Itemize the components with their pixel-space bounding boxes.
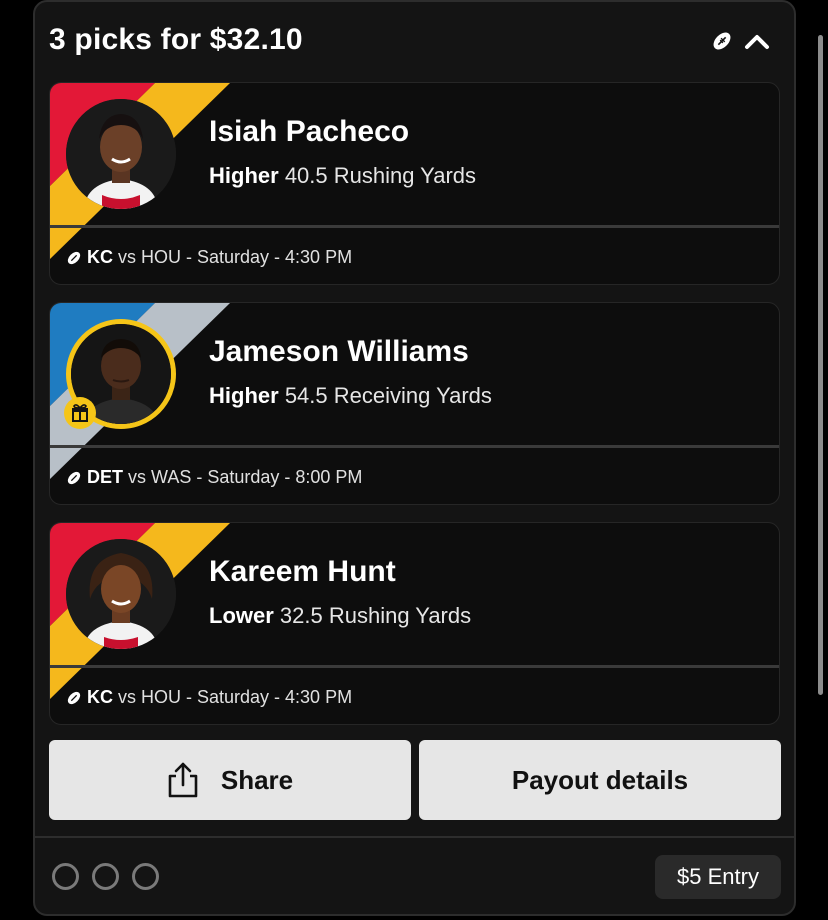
pick-projection: 32.5 Rushing Yards [279,603,472,628]
scrollbar[interactable] [818,35,823,695]
player-avatar [66,99,176,209]
football-icon [67,691,81,704]
status-dot [92,863,119,890]
pick-projection: 54.5 Receiving Yards [284,383,492,408]
divider [50,665,779,668]
share-button[interactable]: Share [49,740,411,820]
pick-card[interactable]: Isiah Pacheco Higher 40.5 Rushing Yards … [49,82,780,285]
pick-status-dots [52,863,172,890]
pick-card[interactable]: Kareem Hunt Lower 32.5 Rushing Yards KC … [49,522,780,725]
pick-line: Higher 40.5 Rushing Yards [209,163,476,189]
game-info: KC vs HOU - Saturday - 4:30 PM [66,687,352,708]
matchup: vs HOU - Saturday - 4:30 PM [118,247,353,267]
pick-line: Higher 54.5 Receiving Yards [209,383,492,409]
share-button-label: Share [220,764,294,795]
entry-title: 3 picks for $32.10 [49,23,303,56]
divider [50,445,779,448]
player-avatar [66,539,176,649]
pick-direction: Higher [209,163,279,188]
pick-direction: Lower [209,603,274,628]
game-info: KC vs HOU - Saturday - 4:30 PM [66,247,352,268]
payout-details-label: Payout details [511,764,689,795]
pick-line: Lower 32.5 Rushing Yards [209,603,471,629]
entry-header[interactable]: 3 picks for $32.10 [35,2,794,82]
player-name: Jameson Williams [209,335,469,368]
team-abbrev: DET [87,467,123,487]
matchup: vs WAS - Saturday - 8:00 PM [128,467,363,487]
status-dot [132,863,159,890]
gift-icon [64,397,96,429]
team-abbrev: KC [87,247,113,267]
status-dot [52,863,79,890]
pick-projection: 40.5 Rushing Yards [284,163,477,188]
player-name: Kareem Hunt [209,555,396,588]
football-icon [67,471,81,484]
entry-amount-badge: $5 Entry [655,855,781,899]
matchup: vs HOU - Saturday - 4:30 PM [118,687,353,707]
football-icon [713,32,731,50]
player-name: Isiah Pacheco [209,115,410,148]
pick-card[interactable]: Jameson Williams Higher 54.5 Receiving Y… [49,302,780,505]
chevron-up-icon[interactable] [743,28,771,54]
game-info: DET vs WAS - Saturday - 8:00 PM [66,467,362,488]
pick-direction: Higher [209,383,279,408]
share-icon [168,762,198,798]
divider [50,225,779,228]
football-icon [67,251,81,264]
team-abbrev: KC [87,687,113,707]
entry-card: 3 picks for $32.10 Isiah Pacheco Higher … [33,0,796,916]
divider [35,836,794,838]
payout-details-button[interactable]: Payout details [419,740,781,820]
